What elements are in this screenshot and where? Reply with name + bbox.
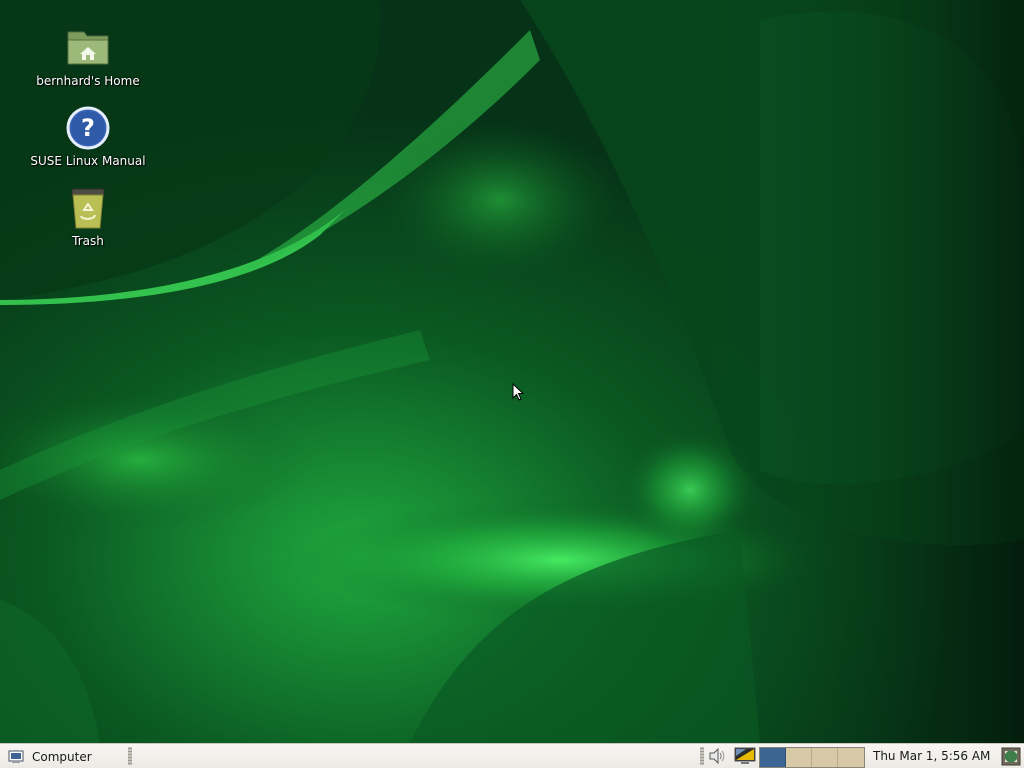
panel-drag-handle[interactable] bbox=[128, 747, 132, 765]
computer-icon bbox=[8, 750, 24, 763]
svg-text:?: ? bbox=[81, 114, 95, 142]
workspace-1[interactable] bbox=[760, 748, 786, 767]
display-settings-icon[interactable] bbox=[734, 747, 756, 766]
home-folder-icon bbox=[67, 31, 109, 65]
workspace-switcher bbox=[759, 747, 865, 768]
desktop-icon-home[interactable]: bernhard's Home bbox=[13, 24, 163, 88]
desktop-icon-label: bernhard's Home bbox=[36, 74, 140, 88]
help-icon: ? bbox=[66, 106, 110, 150]
desktop-icon-trash[interactable]: Trash bbox=[13, 184, 163, 248]
trash-icon bbox=[71, 188, 105, 229]
workspace-4[interactable] bbox=[838, 748, 864, 767]
desktop-icon-label: Trash bbox=[72, 234, 104, 248]
workspace-2[interactable] bbox=[786, 748, 812, 767]
show-desktop-icon[interactable] bbox=[1001, 747, 1021, 766]
computer-menu-label: Computer bbox=[32, 749, 92, 764]
clock[interactable]: Thu Mar 1, 5:56 AM bbox=[873, 749, 990, 763]
workspace-3[interactable] bbox=[812, 748, 838, 767]
mouse-pointer-icon bbox=[512, 383, 525, 401]
desktop[interactable]: bernhard's Home ? SUSE Linux Manual Tras… bbox=[0, 0, 1024, 743]
volume-icon[interactable] bbox=[708, 748, 726, 764]
bottom-panel: Computer Thu Mar 1, 5:56 AM bbox=[0, 743, 1024, 768]
computer-menu-button[interactable]: Computer bbox=[4, 746, 98, 767]
panel-drag-handle[interactable] bbox=[700, 747, 704, 765]
desktop-icon-label: SUSE Linux Manual bbox=[30, 154, 146, 168]
desktop-icon-manual[interactable]: ? SUSE Linux Manual bbox=[13, 104, 163, 168]
